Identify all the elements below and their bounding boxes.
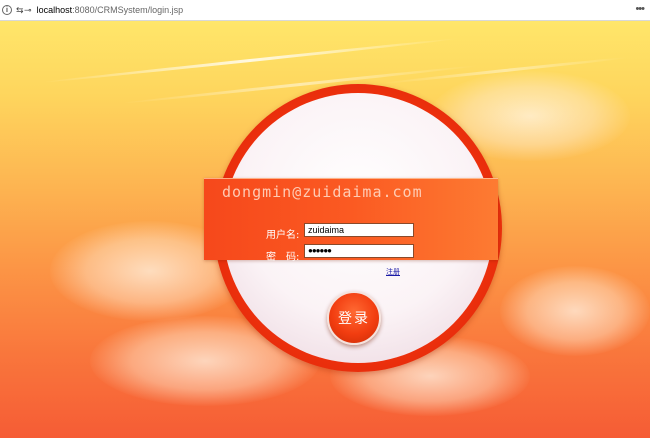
url-field[interactable]: localhost:8080/CRMSystem/login.jsp: [37, 5, 184, 15]
light-streak: [40, 37, 460, 84]
url-path: :8080/CRMSystem/login.jsp: [72, 5, 184, 15]
username-label: 用户名:: [266, 230, 300, 241]
register-link[interactable]: 注册: [386, 267, 400, 277]
password-input[interactable]: ●●●●●●: [304, 244, 414, 258]
watermark-text: dongmin@zuidaima.com: [222, 183, 423, 201]
password-label: 密 码:: [266, 252, 300, 263]
tune-icon[interactable]: ⇆ ⊸: [16, 5, 32, 16]
browser-address-bar: i ⇆ ⊸ localhost:8080/CRMSystem/login.jsp…: [0, 0, 650, 21]
login-button[interactable]: 登录: [327, 291, 381, 345]
url-host: localhost: [36, 5, 73, 15]
username-input[interactable]: [304, 223, 414, 237]
info-icon[interactable]: i: [2, 5, 12, 15]
cloud-decoration: [500, 266, 650, 356]
more-icon[interactable]: •••: [635, 3, 645, 15]
